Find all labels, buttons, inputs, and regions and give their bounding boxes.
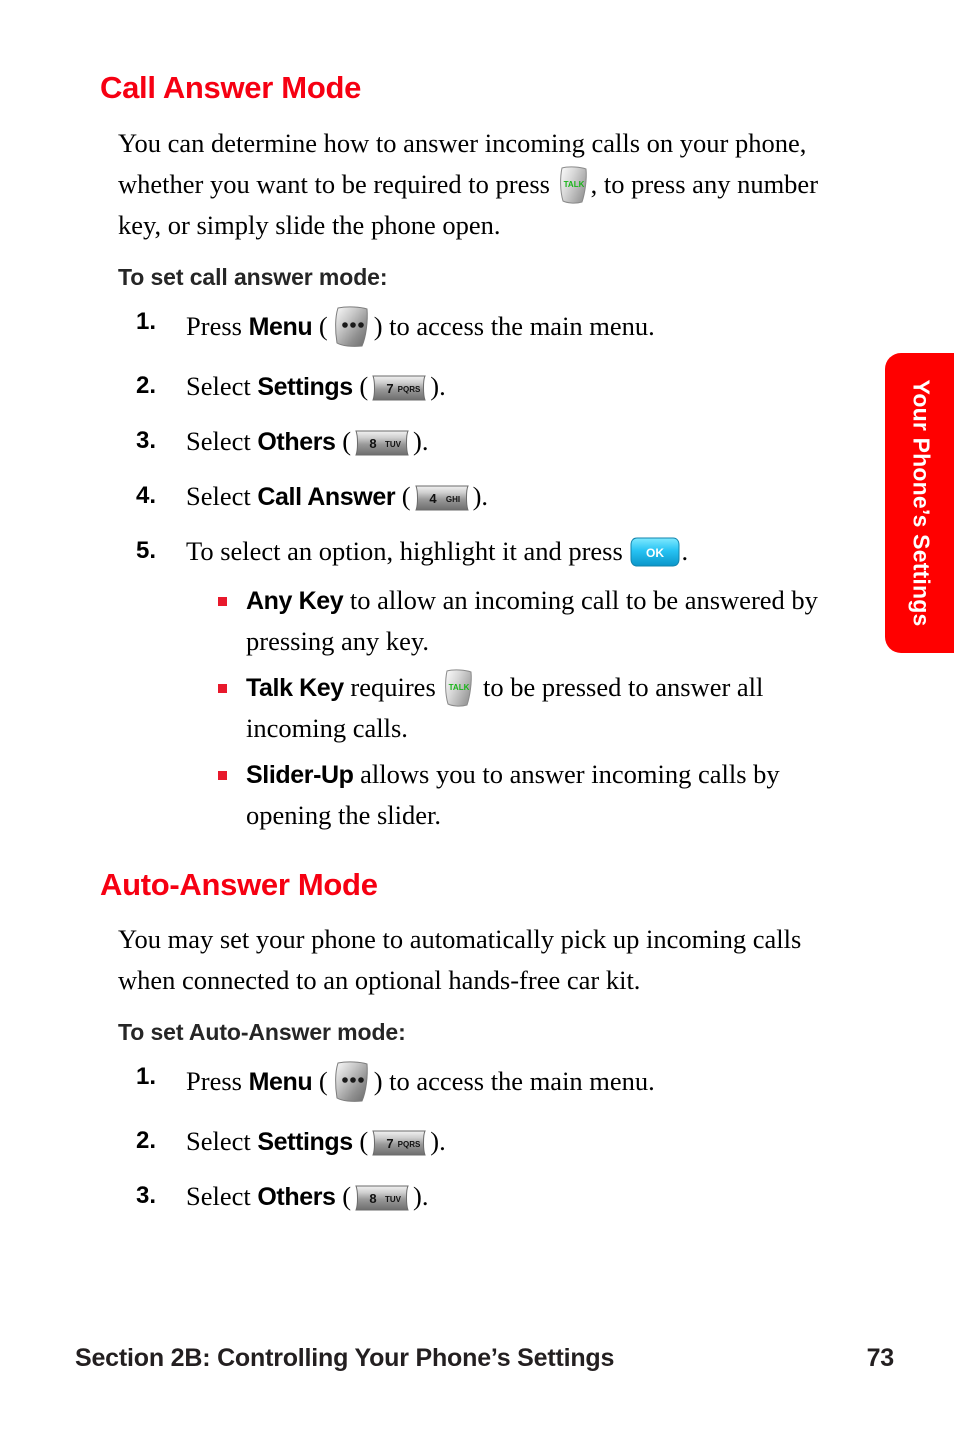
step-number: 2. xyxy=(136,1127,157,1155)
menu-key-icon xyxy=(328,1060,374,1104)
close-paren: ) xyxy=(373,1066,383,1097)
step-lead-text: Select xyxy=(186,1126,251,1157)
page-content: Call Answer Mode You can determine how t… xyxy=(0,0,885,1234)
close-paren: ). xyxy=(430,1126,446,1157)
step-term: Menu xyxy=(248,312,313,341)
key-7-pqrs-icon: 7 PQRS xyxy=(368,373,430,403)
list-item: Talk Key requires TALK to be pressed to … xyxy=(214,667,865,748)
step-term: Others xyxy=(257,1183,336,1212)
key-4-ghi-icon: 4 GHI xyxy=(411,483,473,513)
step-lead-text: Select xyxy=(186,1181,251,1212)
svg-text:TALK: TALK xyxy=(563,180,584,189)
step-lead-text: Select xyxy=(186,370,251,401)
key-digit: 8 xyxy=(369,1191,376,1206)
step-term: Others xyxy=(257,427,336,456)
step-period: . xyxy=(681,535,689,566)
step-number: 3. xyxy=(136,1182,157,1210)
step-item: 2. Select Settings ( 7 PQRS ). xyxy=(136,369,865,404)
side-tab-your-phones-settings: Your Phone’s Settings xyxy=(885,353,954,653)
footer-page-number: 73 xyxy=(866,1344,895,1372)
step-lead-text: Press xyxy=(186,310,242,341)
step-lead-text: Select xyxy=(186,425,251,456)
key-letters: PQRS xyxy=(398,1140,421,1149)
key-digit: 4 xyxy=(429,491,437,506)
menu-key-icon xyxy=(328,305,374,349)
key-8-tuv-icon: 8 TUV xyxy=(351,428,413,458)
footer-section-text: Section 2B: Controlling Your Phone’s Set… xyxy=(75,1344,615,1372)
close-paren: ). xyxy=(413,1181,429,1212)
step-number: 2. xyxy=(136,371,157,399)
key-letters: PQRS xyxy=(398,385,421,394)
step-item: 5. To select an option, highlight it and… xyxy=(136,534,865,835)
subheading-to-set-auto-answer-mode: To set Auto-Answer mode: xyxy=(118,1019,406,1046)
side-tab-label: Your Phone’s Settings xyxy=(908,379,935,627)
close-paren: ). xyxy=(430,370,446,401)
step-term: Settings xyxy=(257,372,353,401)
step-number: 4. xyxy=(136,481,157,509)
key-letters: TUV xyxy=(385,1195,402,1204)
steps-list-call-answer: 1. Press Menu ( ) to access the main men… xyxy=(100,305,865,835)
step-number: 3. xyxy=(136,426,157,454)
intro-paragraph: You can determine how to answer incoming… xyxy=(100,123,865,246)
step-number: 5. xyxy=(136,536,157,564)
key-digit: 7 xyxy=(387,381,394,396)
step-item: 1. Press Menu ( ) to access the main men… xyxy=(136,305,865,349)
key-7-pqrs-icon: 7 PQRS xyxy=(368,1128,430,1158)
auto-answer-paragraph: You may set your phone to automatically … xyxy=(118,924,802,996)
open-paren: ( xyxy=(359,370,369,401)
svg-text:TALK: TALK xyxy=(449,683,470,692)
list-item: Slider-Up allows you to answer incoming … xyxy=(214,754,865,835)
manual-page: Your Phone’s Settings Call Answer Mode Y… xyxy=(0,0,954,1431)
subheading-to-set-call-answer-mode: To set call answer mode: xyxy=(118,263,388,290)
open-paren: ( xyxy=(342,425,352,456)
step-item: 2. Select Settings ( 7 PQRS ). xyxy=(136,1124,865,1159)
step-tail-text: to access the main menu. xyxy=(389,1066,655,1097)
step-item: 3. Select Others ( 8 TUV ). xyxy=(136,1179,865,1214)
key-digit: 8 xyxy=(369,436,376,451)
steps-list-auto-answer: 1. Press Menu ( ) to access the main men… xyxy=(100,1060,865,1214)
list-item: Any Key to allow an incoming call to be … xyxy=(214,580,865,661)
step-term: Settings xyxy=(257,1128,353,1157)
bullet-term: Talk Key xyxy=(246,673,344,702)
open-paren: ( xyxy=(401,480,411,511)
step-number: 1. xyxy=(136,307,157,335)
key-digit: 7 xyxy=(387,1136,394,1151)
page-footer: Section 2B: Controlling Your Phone’s Set… xyxy=(75,1344,894,1373)
step-item: 4. Select Call Answer ( 4 GHI ). xyxy=(136,479,865,514)
key-letters: GHI xyxy=(445,495,459,504)
step-item: 3. Select Others ( 8 TUV ). xyxy=(136,424,865,459)
ok-key-icon: OK xyxy=(629,536,681,568)
open-paren: ( xyxy=(318,1066,328,1097)
open-paren: ( xyxy=(342,1181,352,1212)
open-paren: ( xyxy=(359,1126,369,1157)
key-letters: TUV xyxy=(385,440,402,449)
bullet-term: Any Key xyxy=(246,586,344,615)
bullet-text-before: requires xyxy=(350,671,436,702)
talk-key-icon: TALK xyxy=(557,165,591,205)
step-term: Menu xyxy=(248,1068,313,1097)
step-item: 1. Press Menu ( ) to access the main men… xyxy=(136,1060,865,1104)
step-number: 1. xyxy=(136,1063,157,1091)
step-lead-text: To select an option, highlight it and pr… xyxy=(186,535,623,566)
section-title-auto-answer: Auto-Answer Mode xyxy=(100,866,378,902)
bullet-term: Slider-Up xyxy=(246,760,354,789)
talk-key-icon: TALK xyxy=(442,668,476,708)
step-tail-text: to access the main menu. xyxy=(389,310,655,341)
close-paren: ) xyxy=(373,310,383,341)
close-paren: ). xyxy=(413,425,429,456)
page-title: Call Answer Mode xyxy=(100,70,362,105)
close-paren: ). xyxy=(472,480,489,511)
step-term: Call Answer xyxy=(257,482,396,511)
options-bullet-list: Any Key to allow an incoming call to be … xyxy=(186,580,865,835)
step-lead-text: Select xyxy=(186,480,251,511)
key-8-tuv-icon: 8 TUV xyxy=(351,1183,413,1213)
open-paren: ( xyxy=(318,310,328,341)
step-lead-text: Press xyxy=(186,1066,242,1097)
ok-key-label: OK xyxy=(646,546,664,560)
